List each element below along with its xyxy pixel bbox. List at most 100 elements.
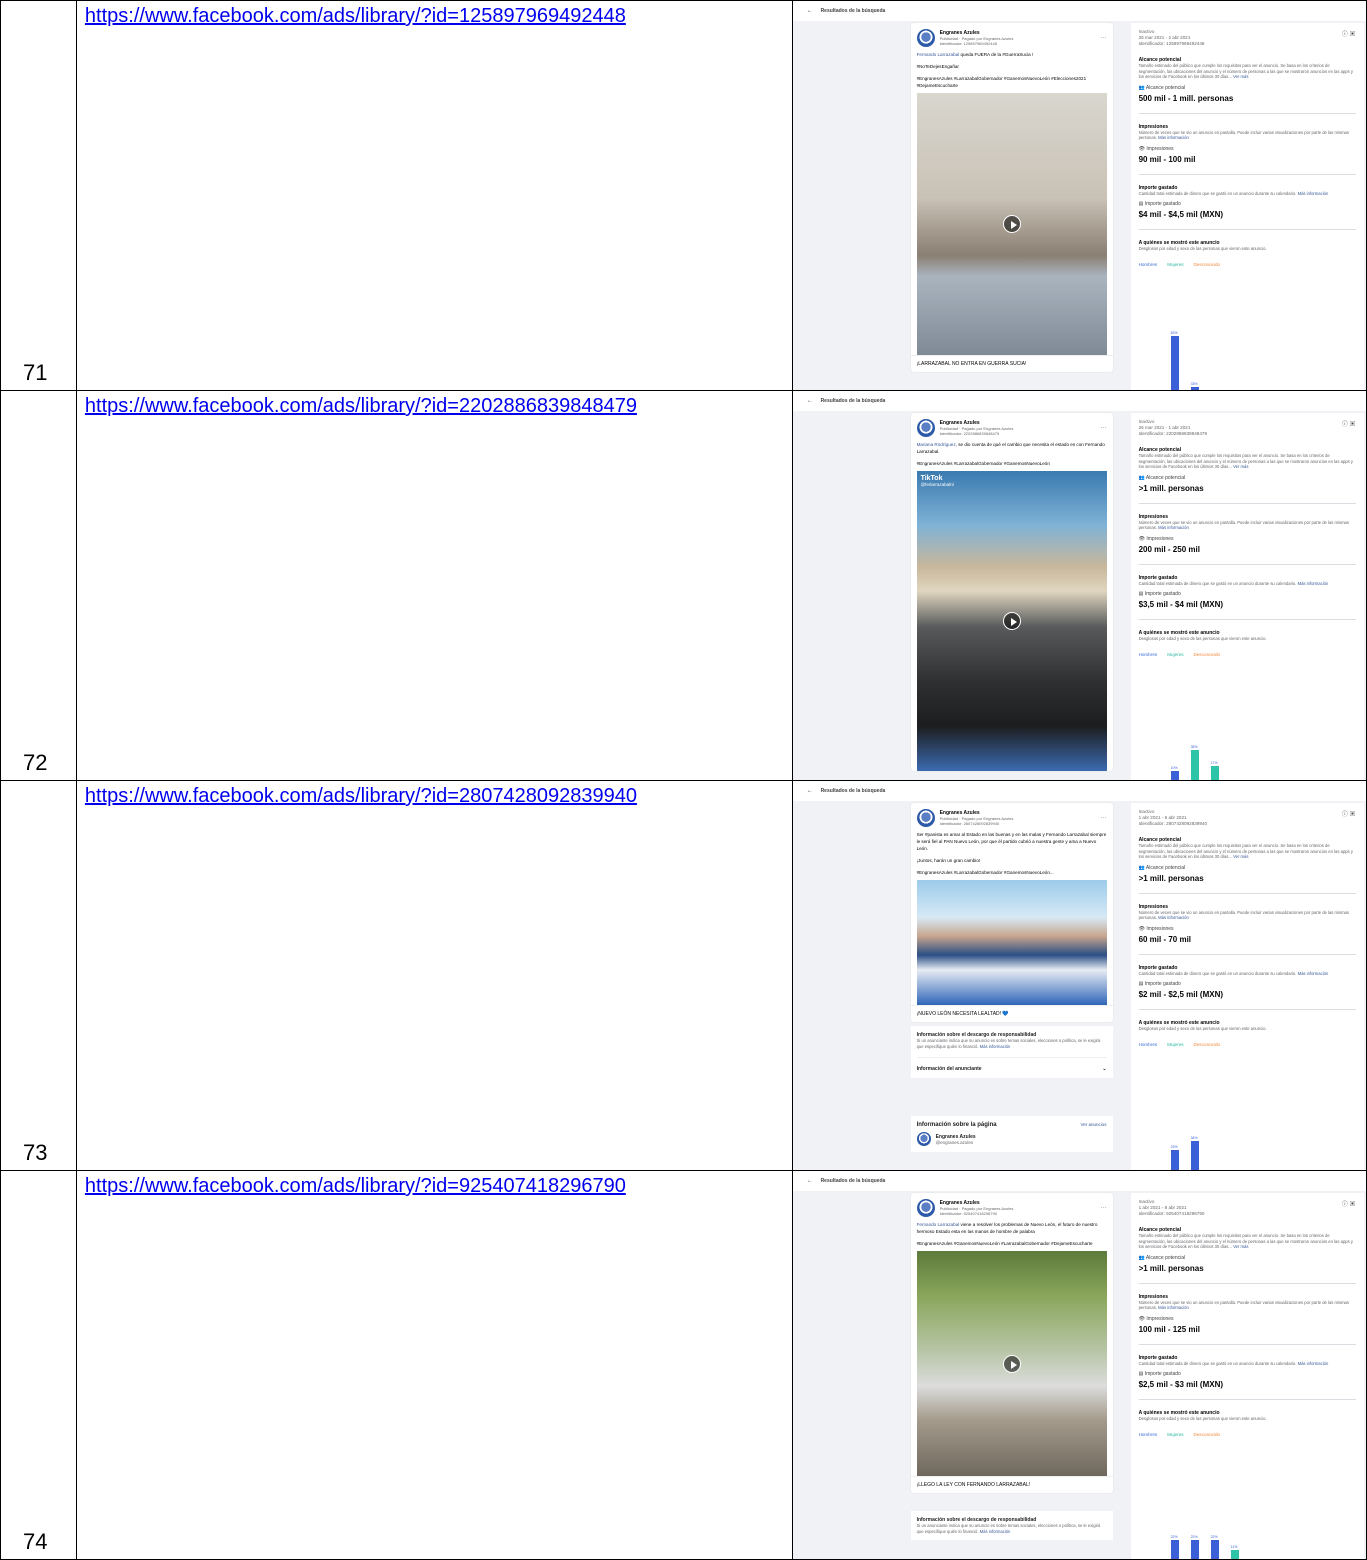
play-icon[interactable]	[1002, 215, 1021, 233]
mentioned-person-link[interactable]: Fernando Larrazabal	[917, 1222, 960, 1227]
reach-section: Alcance potencial Tamaño estimado del púb…	[1138, 447, 1356, 504]
page-info-section: Información sobre la página Ver anuncios E…	[910, 1116, 1113, 1152]
page-name[interactable]: Engranes Azules	[936, 1134, 976, 1140]
legend-unknown[interactable]: Desconocido	[1194, 1042, 1221, 1047]
ad-card: Engranes Azules Publicidad · Pagado por E…	[910, 23, 1113, 372]
advertiser-logo[interactable]	[916, 809, 935, 827]
reach-more-link[interactable]: Ver más	[1233, 464, 1248, 469]
impressions-metric-label: 👁 Impresiones	[1139, 926, 1356, 932]
impressions-more-link[interactable]: Más información	[1158, 135, 1189, 140]
spend-description: Cantidad total estimada de dinero que se…	[1139, 191, 1356, 197]
more-info-link[interactable]: Más información	[980, 1044, 1011, 1049]
reach-more-link[interactable]: Ver más	[1233, 74, 1248, 79]
spend-more-link[interactable]: Más información	[1298, 1361, 1329, 1366]
ad-id: Identificador: 125897969492448	[1138, 41, 1205, 46]
more-options-icon[interactable]: ···	[1101, 1205, 1107, 1211]
spend-more-link[interactable]: Más información	[1298, 581, 1329, 586]
screenshot-cell: ← Resultados de la búsqueda Engranes Azule…	[791, 1170, 1367, 1560]
ad-media[interactable]: TikTok @ferlarrazabalnl	[916, 471, 1107, 771]
back-label[interactable]: Resultados de la búsqueda	[821, 8, 886, 14]
legend-women[interactable]: Mujeres	[1167, 1042, 1183, 1047]
row-number-cell: 73	[0, 780, 77, 1171]
gender-legend: Hombres Mujeres Desconocido	[1139, 652, 1356, 657]
page-row: Engranes Azules @engranes.azules	[916, 1132, 1107, 1146]
legend-men[interactable]: Hombres	[1139, 1042, 1158, 1047]
play-icon[interactable]	[1002, 1354, 1021, 1373]
reach-more-link[interactable]: Ver más	[1233, 1244, 1248, 1249]
back-arrow-icon[interactable]: ←	[807, 8, 813, 14]
url-cell: https://www.facebook.com/ads/library/?id…	[75, 390, 793, 781]
info-icon[interactable]: ⓘ ▣	[1342, 809, 1356, 818]
ad-hashtags: #EngranesAzules #LarrazabalGobernador #G…	[916, 870, 1054, 875]
chevron-down-icon[interactable]: ⌄	[1102, 1066, 1106, 1072]
back-arrow-icon[interactable]: ←	[807, 398, 813, 404]
spend-more-link[interactable]: Más información	[1298, 191, 1329, 196]
legend-unknown[interactable]: Desconocido	[1194, 1432, 1221, 1437]
more-options-icon[interactable]: ···	[1101, 425, 1107, 431]
ad-media[interactable]	[916, 880, 1107, 1005]
ad-card: Engranes Azules Publicidad · Pagado por E…	[910, 413, 1113, 771]
ad-identifier: Identificador: 2807428092839940	[939, 821, 1000, 826]
ad-media[interactable]	[916, 93, 1107, 355]
legend-women[interactable]: Mujeres	[1167, 262, 1183, 267]
info-icon[interactable]: ⓘ ▣	[1342, 29, 1356, 38]
ad-details-panel: ⓘ ▣ Inactivo 26 mar 2021 - 1 abr 2021 Ident…	[1130, 413, 1364, 780]
reach-more-link[interactable]: Ver más	[1233, 854, 1248, 859]
legend-unknown[interactable]: Desconocido	[1194, 652, 1221, 657]
page-logo[interactable]	[916, 1132, 931, 1146]
row-number-cell: 71	[0, 0, 77, 391]
back-label[interactable]: Resultados de la búsqueda	[821, 398, 886, 404]
advertiser-info-row[interactable]: Información del anunciante ⌄	[916, 1057, 1107, 1072]
divider	[1138, 112, 1356, 114]
legend-men[interactable]: Hombres	[1139, 262, 1158, 267]
back-label[interactable]: Resultados de la búsqueda	[821, 788, 886, 794]
back-arrow-icon[interactable]: ←	[807, 1178, 813, 1184]
spend-description: Cantidad total estimada de dinero que se…	[1139, 1361, 1356, 1367]
mentioned-person-link[interactable]: Mariana Rodríguez	[917, 442, 956, 447]
divider	[1138, 1009, 1356, 1010]
more-options-icon[interactable]: ···	[1101, 35, 1107, 41]
impressions-metric-label: 👁 Impresiones	[1139, 536, 1356, 542]
back-bar: ← Resultados de la búsqueda	[793, 391, 1366, 411]
row-number: 72	[23, 750, 48, 775]
audience-bar-label: 35%	[1190, 745, 1198, 749]
ad-library-link[interactable]: https://www.facebook.com/ads/library/?id…	[85, 5, 626, 27]
see-ads-link[interactable]: Ver anuncios	[1081, 1122, 1107, 1128]
advertiser-logo[interactable]	[916, 1199, 935, 1217]
advertiser-logo[interactable]	[916, 419, 935, 437]
back-arrow-icon[interactable]: ←	[807, 788, 813, 794]
spend-metric-label: ▤ Importe gastado	[1139, 1371, 1356, 1377]
impressions-more-link[interactable]: Más información	[1158, 525, 1189, 530]
reach-label: Alcance potencial	[1145, 864, 1186, 871]
impressions-more-link[interactable]: Más información	[1158, 1305, 1189, 1310]
more-info-link[interactable]: Más información	[980, 1529, 1011, 1534]
legend-women[interactable]: Mujeres	[1167, 652, 1183, 657]
audience-chart: 23% 34%	[1131, 1090, 1364, 1170]
ad-library-link[interactable]: https://www.facebook.com/ads/library/?id…	[85, 395, 637, 417]
impressions-label: Impresiones	[1146, 925, 1174, 932]
ad-library-link[interactable]: https://www.facebook.com/ads/library/?id…	[85, 1175, 626, 1197]
mentioned-person-link[interactable]: Fernando Larrazabal	[917, 52, 960, 57]
legend-men[interactable]: Hombres	[1139, 1432, 1158, 1437]
reach-metric-label: 👥 Alcance potencial	[1139, 865, 1356, 871]
legend-unknown[interactable]: Desconocido	[1194, 262, 1221, 267]
more-options-icon[interactable]: ···	[1101, 815, 1107, 821]
advertiser-logo[interactable]	[916, 29, 935, 47]
info-icon[interactable]: ⓘ ▣	[1342, 419, 1356, 428]
legend-men[interactable]: Hombres	[1139, 652, 1158, 657]
ad-media[interactable]	[916, 1251, 1107, 1476]
audience-bar	[1230, 1550, 1239, 1559]
ad-text-line: ¡Juntos, harán un gran cambio!	[916, 858, 981, 863]
play-icon[interactable]	[1002, 612, 1021, 630]
back-label[interactable]: Resultados de la búsqueda	[821, 1178, 886, 1184]
legend-women[interactable]: Mujeres	[1167, 1432, 1183, 1437]
ad-library-link[interactable]: https://www.facebook.com/ads/library/?id…	[85, 785, 637, 807]
spend-label: Importe gastado	[1144, 591, 1181, 597]
ad-caption: ¡LLEGO LA LEY CON FERNANDO LARRAZABAL!	[910, 1476, 1113, 1493]
audience-section: A quiénes se mostró este anuncio Desgloso…	[1139, 630, 1356, 657]
info-icon[interactable]: ⓘ ▣	[1342, 1199, 1356, 1208]
ad-card: Engranes Azules Publicidad · Pagado por E…	[910, 1193, 1113, 1493]
spend-more-link[interactable]: Más información	[1298, 971, 1329, 976]
impressions-more-link[interactable]: Más información	[1158, 915, 1189, 920]
ad-details-panel: ⓘ ▣ Inactivo 1 abr 2021 - 8 abr 2021 Identi…	[1130, 1193, 1364, 1559]
